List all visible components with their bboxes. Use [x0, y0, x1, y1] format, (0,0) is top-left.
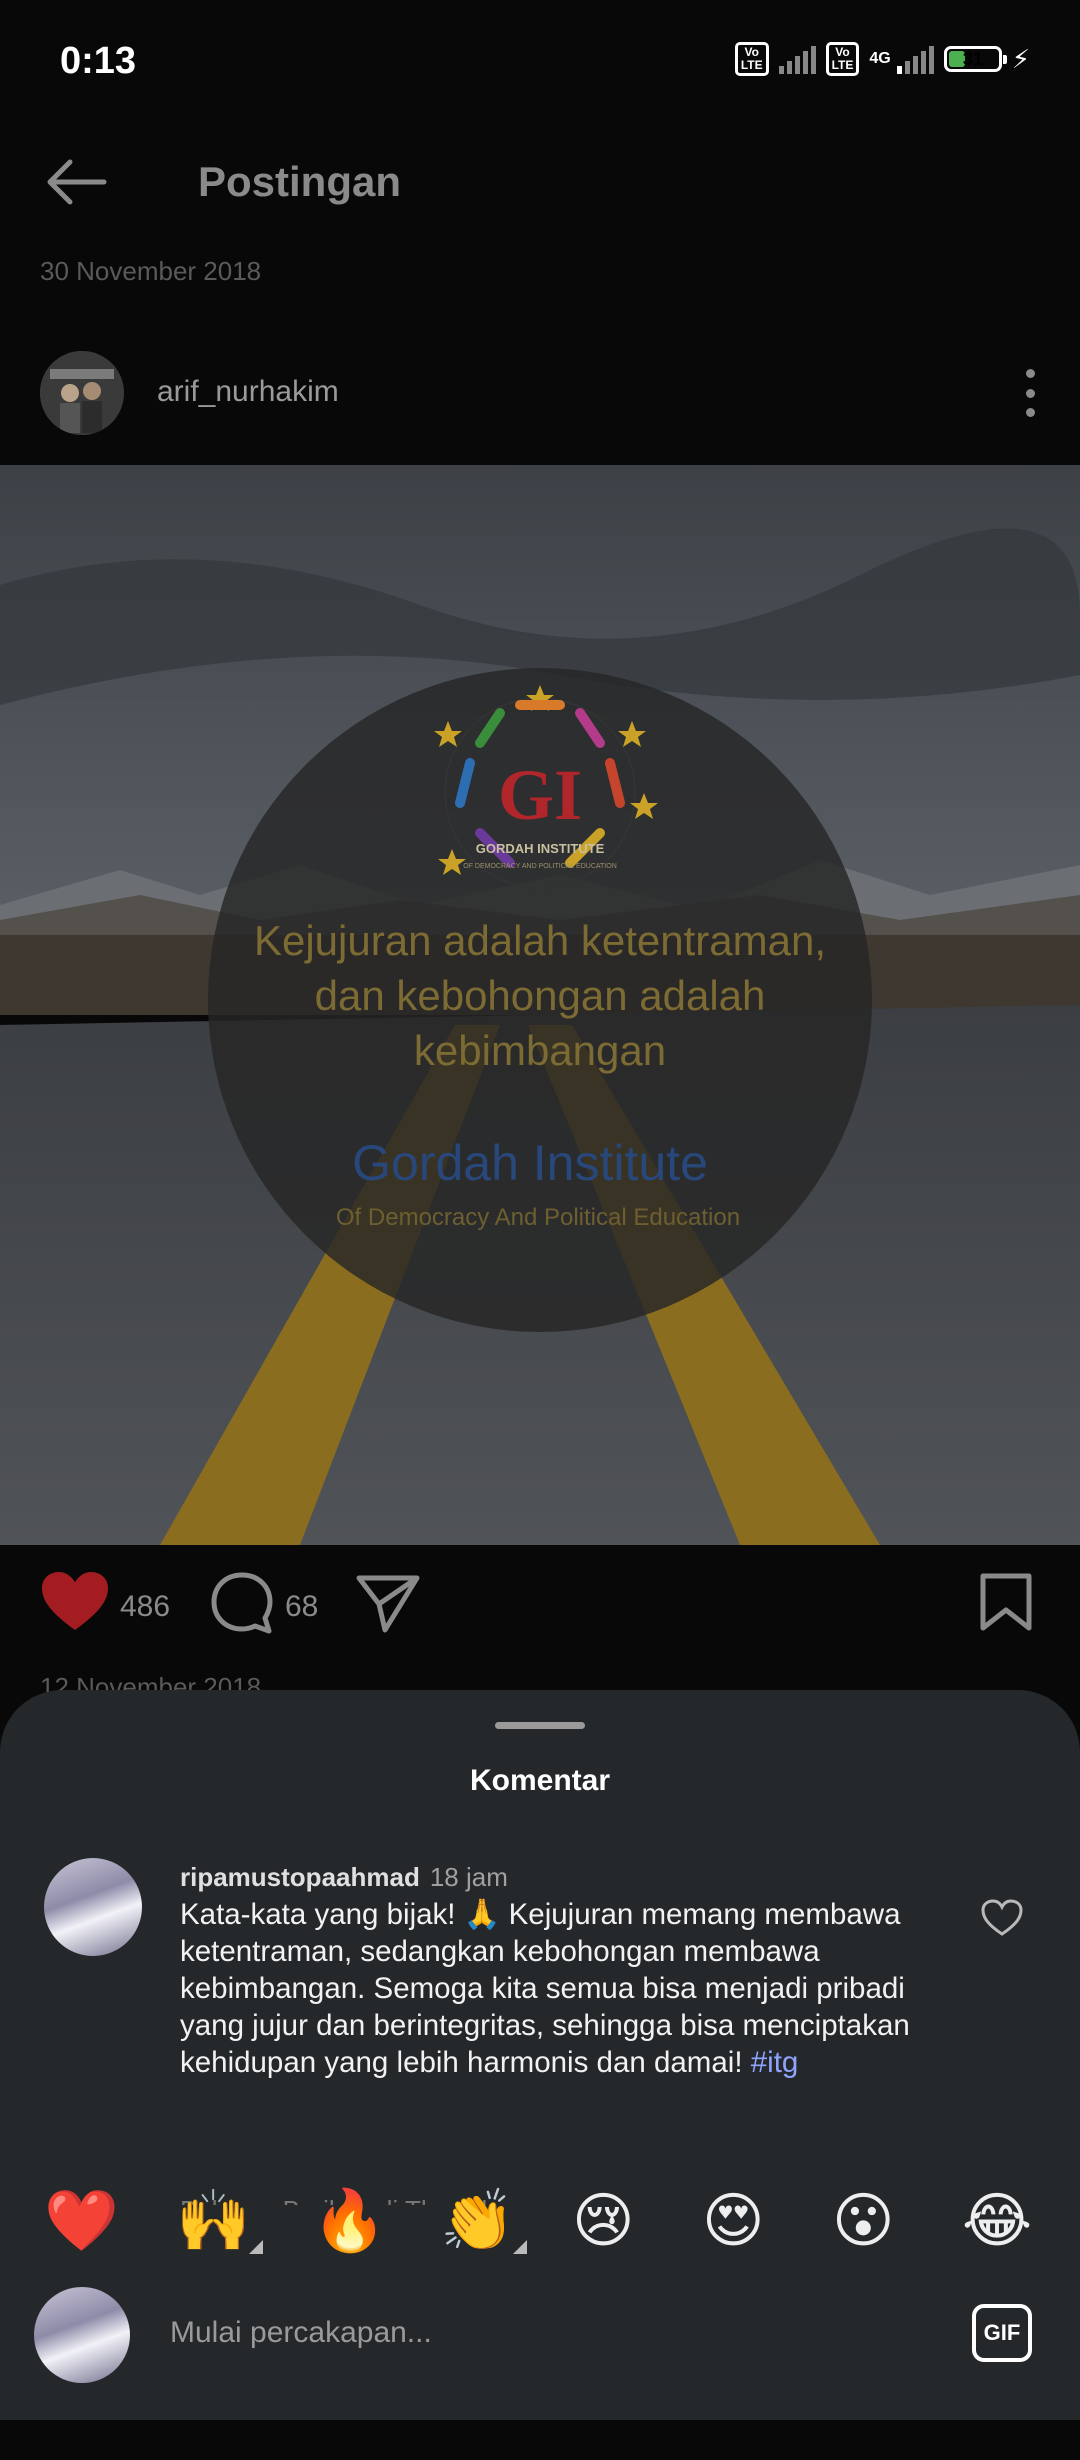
reaction-clap-icon[interactable]: 👏	[440, 2186, 527, 2256]
post-date: 30 November 2018	[40, 256, 262, 286]
comment-bubble-icon[interactable]	[208, 1570, 276, 1636]
reaction-crying-icon[interactable]: 😢	[572, 2186, 635, 2256]
commenter-avatar[interactable]	[44, 1858, 142, 1956]
volte-icon: Vo LTE	[825, 42, 860, 76]
sheet-drag-handle[interactable]	[495, 1722, 585, 1729]
comment-count[interactable]: 68	[285, 1590, 318, 1624]
comment-time: 18 jam	[429, 1862, 508, 1892]
comment-username[interactable]: ripamustopaahmad 18 jam	[180, 1862, 508, 1893]
signal-icon	[778, 44, 816, 74]
status-bar: 0:13 Vo LTE Vo LTE 4G 31 ⚡	[0, 0, 1080, 130]
more-options-icon[interactable]	[1026, 369, 1038, 417]
bookmark-icon[interactable]	[978, 1572, 1034, 1632]
comments-sheet: Komentar ripamustopaahmad 18 jam Kata-kat…	[0, 1690, 1080, 2420]
reaction-heart-icon[interactable]: ❤️	[44, 2186, 119, 2256]
comment-hashtag[interactable]: #itg	[751, 2046, 799, 2079]
quote-line-3: kebimbangan	[414, 1027, 666, 1074]
comment-text: Kata-kata yang bijak! 🙏 Kejujuran memang…	[180, 1898, 910, 2079]
back-arrow-icon[interactable]	[42, 152, 112, 212]
status-time: 0:13	[60, 40, 137, 82]
author-username[interactable]: arif_nurhakim	[157, 375, 339, 409]
post-actions: 486 68	[0, 1570, 1080, 1650]
reaction-heart-eyes-icon[interactable]: 😍	[702, 2186, 765, 2256]
reaction-laughing-icon[interactable]: 😂	[962, 2186, 1032, 2256]
author-avatar[interactable]	[40, 351, 124, 435]
sheet-title: Komentar	[469, 1764, 611, 1797]
quote-line-2: dan kebohongan adalah	[315, 972, 766, 1019]
gif-button[interactable]: GIF	[972, 2304, 1032, 2362]
signal-icon	[896, 44, 934, 74]
like-count[interactable]: 486	[120, 1590, 170, 1624]
network-type: 4G	[869, 50, 891, 67]
battery-icon: 31	[943, 46, 1007, 72]
heart-filled-icon[interactable]	[40, 1570, 110, 1634]
post-image-art: GI GORDAH INSTITUTE OF DEMOCRACY AND POL…	[0, 465, 1080, 1545]
post-image[interactable]: GI GORDAH INSTITUTE OF DEMOCRACY AND POL…	[0, 465, 1080, 1545]
charging-icon: ⚡	[1011, 43, 1030, 74]
brand-name: Gordah Institute	[352, 1135, 708, 1191]
comment-input[interactable]: Mulai percakapan...	[170, 2316, 432, 2350]
brand-subtitle: Of Democracy And Political Education	[336, 1204, 740, 1231]
comment-compose-bar: Mulai percakapan... GIF	[0, 2280, 1080, 2390]
logo-org-name: GORDAH INSTITUTE	[476, 841, 605, 856]
page-title: Postingan	[198, 158, 402, 205]
logo-letters: GI	[498, 755, 582, 835]
reaction-fire-icon[interactable]: 🔥	[312, 2186, 387, 2256]
current-user-avatar	[34, 2287, 130, 2383]
reaction-surprised-icon[interactable]: 😮	[832, 2186, 895, 2256]
reaction-raised-hands-icon[interactable]: 🙌	[176, 2186, 263, 2256]
volte-icon: Vo LTE	[734, 42, 769, 76]
logo-org-tagline: OF DEMOCRACY AND POLITICAL EDUCATION	[463, 863, 617, 870]
share-send-icon[interactable]	[355, 1572, 421, 1634]
quick-reactions: ❤️ 🙌 🔥 👏 😢 😍 😮 😂	[0, 2186, 1080, 2266]
system-nav-area	[0, 2420, 1080, 2460]
quote-line-1: Kejujuran adalah ketentraman,	[254, 917, 826, 964]
post-author-row: arif_nurhakim	[0, 345, 1080, 440]
battery-level: 31	[962, 49, 983, 69]
status-icons: Vo LTE Vo LTE 4G 31 ⚡	[734, 42, 1030, 76]
app-header: Postingan	[0, 130, 1080, 240]
comment-heart-icon[interactable]	[980, 1898, 1024, 1938]
